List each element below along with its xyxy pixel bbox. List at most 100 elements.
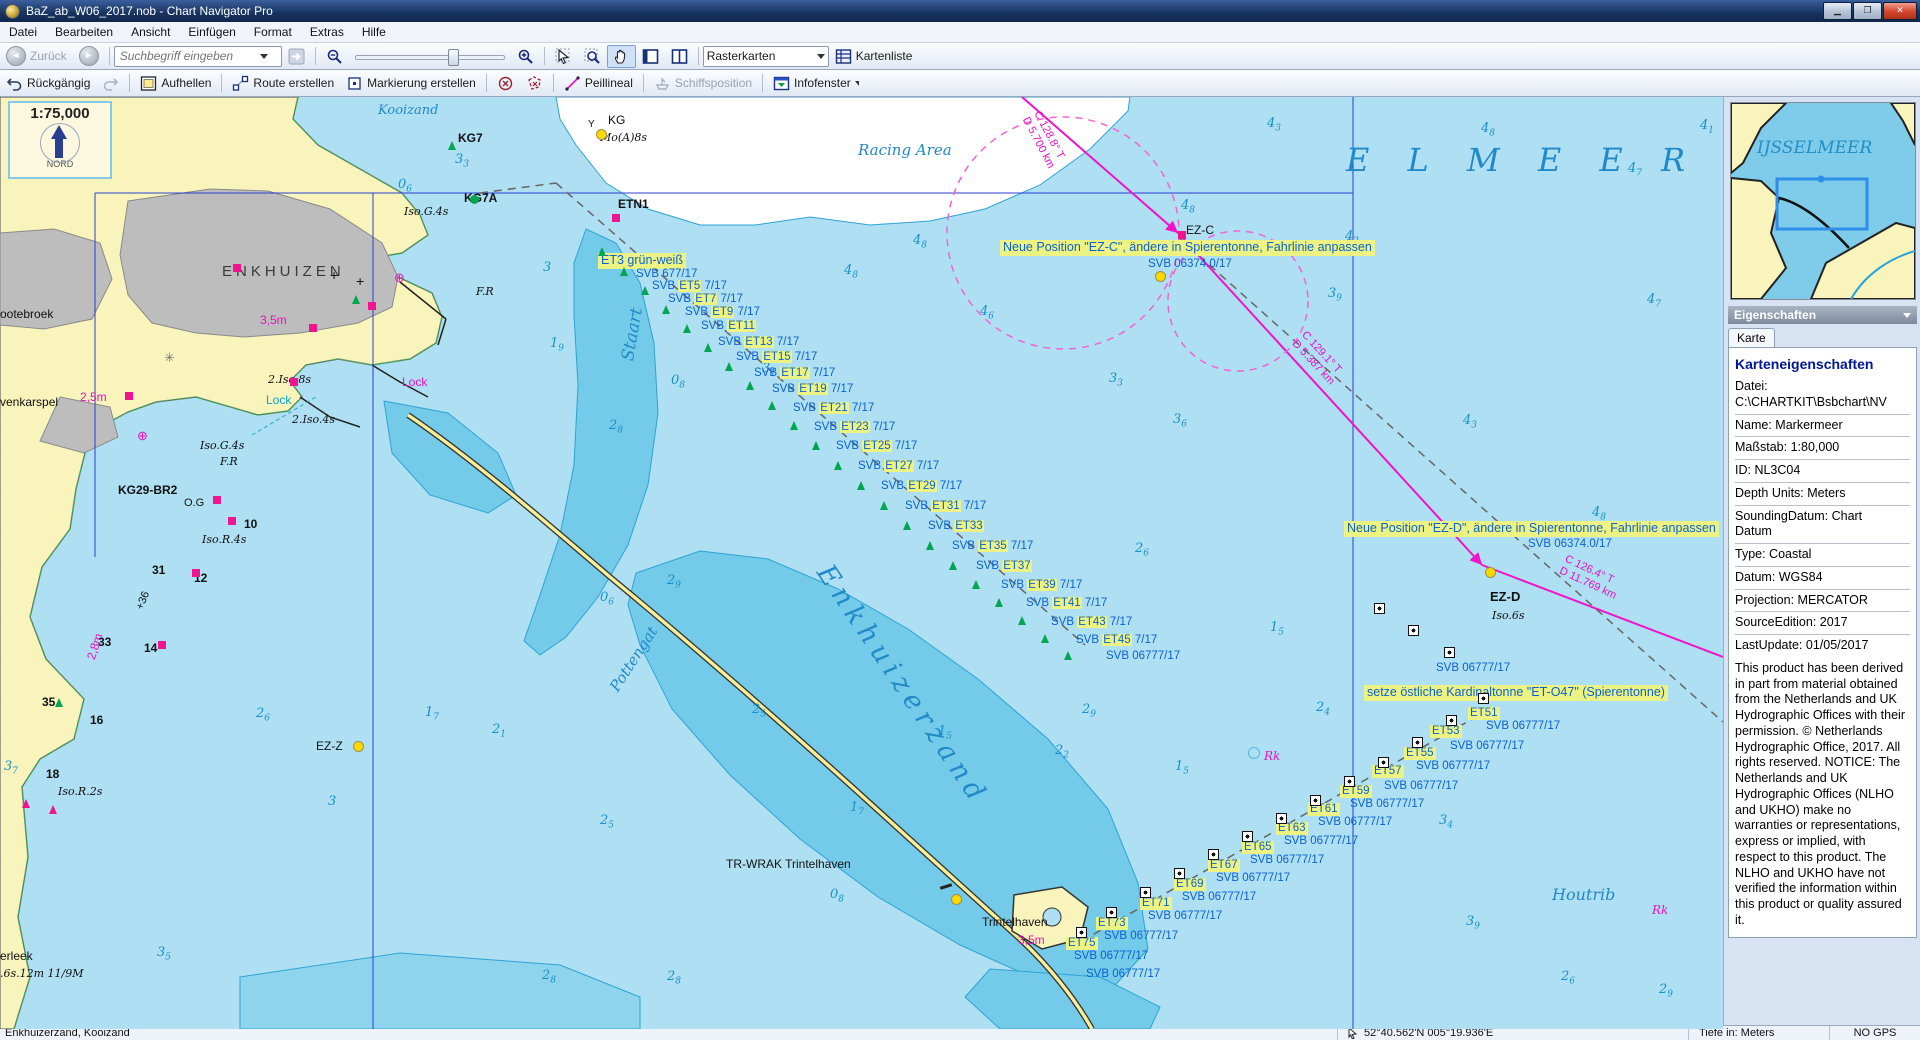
buoy-g[interactable] xyxy=(746,381,754,390)
buoy-y[interactable] xyxy=(596,129,607,140)
chevron-down-icon[interactable] xyxy=(1903,313,1911,318)
schiffsposition-button[interactable]: Schiffsposition xyxy=(648,72,758,95)
buoy-m[interactable] xyxy=(1076,927,1087,938)
menu-hilfe[interactable]: Hilfe xyxy=(353,23,395,41)
buoy-g[interactable] xyxy=(662,305,670,314)
buoy-g[interactable] xyxy=(641,286,649,295)
markierung-erstellen-button[interactable]: Markierung erstellen xyxy=(340,72,482,95)
redo-button[interactable] xyxy=(96,72,125,95)
buoy-m[interactable] xyxy=(1174,868,1185,879)
split-pane-view-button[interactable] xyxy=(665,45,694,68)
buoy-r[interactable] xyxy=(158,641,166,649)
peillineal-button[interactable]: Peillineal xyxy=(558,72,639,95)
route-erstellen-button[interactable]: Route erstellen xyxy=(226,72,340,95)
delete-mark-button[interactable] xyxy=(491,72,520,95)
tab-karte[interactable]: Karte xyxy=(1728,328,1775,347)
buoy-g[interactable] xyxy=(949,561,957,570)
menu-einfügen[interactable]: Einfügen xyxy=(179,23,244,41)
maximize-button[interactable]: ❐ xyxy=(1853,2,1882,20)
title-bar[interactable]: BaZ_ab_W06_2017.nob - Chart Navigator Pr… xyxy=(0,0,1920,22)
buoy-g[interactable] xyxy=(834,461,842,470)
buoy-mg[interactable] xyxy=(22,799,30,808)
buoy-gs[interactable] xyxy=(470,195,479,204)
buoy-ml[interactable]: ✳ xyxy=(164,351,175,364)
buoy-g[interactable] xyxy=(352,295,360,304)
polygon-tool-button[interactable] xyxy=(520,72,549,95)
buoy-g[interactable] xyxy=(926,541,934,550)
buoy-r[interactable] xyxy=(125,392,133,400)
panel-header[interactable]: Eigenschaften xyxy=(1728,306,1917,324)
buoy-m[interactable] xyxy=(1344,776,1355,787)
buoy-g[interactable] xyxy=(857,481,865,490)
buoy-m[interactable] xyxy=(1444,647,1455,658)
buoy-m[interactable] xyxy=(1242,831,1253,842)
minimize-button[interactable]: ▁ xyxy=(1823,2,1852,20)
buoy-g[interactable] xyxy=(448,141,456,150)
buoy-r[interactable] xyxy=(309,324,317,332)
chart-canvas[interactable]: KooizandRacing AreaE L M E E RStaartPott… xyxy=(0,97,1723,1029)
buoy-g[interactable] xyxy=(903,521,911,530)
buoy-g[interactable] xyxy=(55,698,63,707)
buoy-g[interactable] xyxy=(790,421,798,430)
menu-extras[interactable]: Extras xyxy=(301,23,353,41)
chart-type-combobox[interactable]: Rasterkarten xyxy=(703,46,829,67)
buoy-rkc[interactable] xyxy=(1248,747,1260,759)
buoy-g[interactable] xyxy=(1041,634,1049,643)
back-button[interactable]: ◄ Zurück xyxy=(0,43,73,69)
buoy-m[interactable] xyxy=(1446,715,1457,726)
slider-thumb[interactable] xyxy=(448,49,459,66)
buoy-r[interactable] xyxy=(192,569,200,577)
buoy-g[interactable] xyxy=(1064,651,1072,660)
single-pane-view-button[interactable] xyxy=(636,45,665,68)
buoy-g[interactable] xyxy=(598,247,606,256)
buoy-hb[interactable]: ⊕ xyxy=(394,271,405,284)
buoy-g[interactable] xyxy=(725,362,733,371)
buoy-m[interactable] xyxy=(1374,603,1385,614)
chevron-down-icon[interactable] xyxy=(260,54,268,59)
buoy-m[interactable] xyxy=(1412,737,1423,748)
buoy-m[interactable] xyxy=(1276,813,1287,824)
menu-datei[interactable]: Datei xyxy=(0,23,46,41)
buoy-g[interactable] xyxy=(972,580,980,589)
search-input[interactable] xyxy=(118,48,254,64)
menu-bearbeiten[interactable]: Bearbeiten xyxy=(46,23,122,41)
buoy-hb[interactable]: ⊕ xyxy=(137,429,148,442)
zoom-slider[interactable] xyxy=(355,48,505,64)
buoy-g[interactable] xyxy=(704,343,712,352)
buoy-g[interactable] xyxy=(768,401,776,410)
buoy-mg[interactable] xyxy=(49,805,57,814)
buoy-w[interactable] xyxy=(940,883,952,890)
buoy-r[interactable] xyxy=(290,378,298,386)
buoy-m[interactable] xyxy=(1378,757,1389,768)
buoy-r[interactable] xyxy=(368,302,376,310)
zoom-in-button[interactable] xyxy=(511,45,540,68)
buoy-y[interactable] xyxy=(951,894,962,905)
buoy-m[interactable] xyxy=(1408,625,1419,636)
infofenster-button[interactable]: Infofenster xyxy=(767,72,865,95)
buoy-m[interactable] xyxy=(1106,907,1117,918)
buoy-m[interactable] xyxy=(1310,795,1321,806)
menu-ansicht[interactable]: Ansicht xyxy=(122,23,179,41)
buoy-m[interactable] xyxy=(1208,849,1219,860)
forward-button[interactable]: ► xyxy=(73,43,105,69)
buoy-g[interactable] xyxy=(620,267,628,276)
buoy-r[interactable] xyxy=(233,264,241,272)
buoy-g[interactable] xyxy=(995,598,1003,607)
buoy-y[interactable] xyxy=(353,741,364,752)
menu-format[interactable]: Format xyxy=(245,23,301,41)
buoy-r[interactable] xyxy=(612,214,620,222)
buoy-g[interactable] xyxy=(812,441,820,450)
buoy-r[interactable] xyxy=(213,496,221,504)
close-button[interactable]: ✕ xyxy=(1883,2,1917,20)
kartenliste-button[interactable]: Kartenliste xyxy=(829,45,919,68)
overview-map[interactable]: IJSSELMEER xyxy=(1730,102,1916,300)
buoy-g[interactable] xyxy=(1018,616,1026,625)
buoy-y[interactable] xyxy=(1155,271,1166,282)
buoy-g[interactable] xyxy=(880,501,888,510)
buoy-m[interactable] xyxy=(1478,693,1489,704)
aufhellen-button[interactable]: Aufhellen xyxy=(134,72,217,95)
search-combobox[interactable] xyxy=(114,46,282,67)
buoy-m[interactable] xyxy=(1140,887,1151,898)
search-go-button[interactable] xyxy=(282,45,311,68)
buoy-r[interactable] xyxy=(228,517,236,525)
